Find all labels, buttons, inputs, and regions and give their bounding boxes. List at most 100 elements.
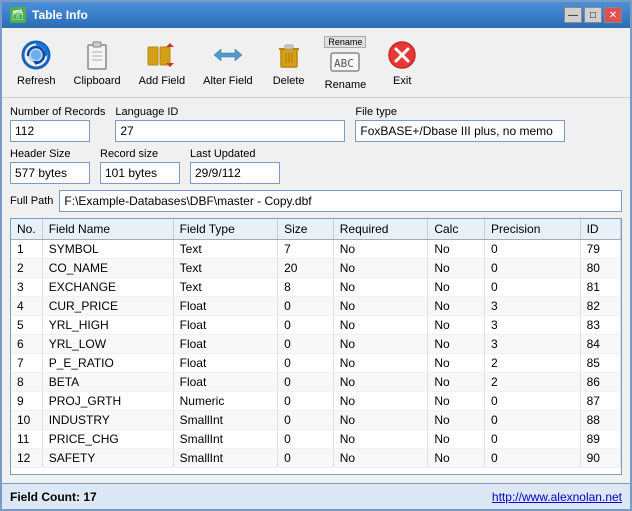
table-cell: No bbox=[428, 354, 485, 373]
table-cell: 0 bbox=[485, 411, 581, 430]
table-cell: PRICE_CHG bbox=[42, 430, 173, 449]
table-cell: No bbox=[333, 411, 428, 430]
table-cell: Float bbox=[173, 316, 277, 335]
table-cell: Float bbox=[173, 354, 277, 373]
table-cell: 3 bbox=[485, 335, 581, 354]
table-cell: No bbox=[333, 354, 428, 373]
title-controls: — □ ✕ bbox=[564, 7, 622, 23]
last-updated-label: Last Updated bbox=[190, 148, 280, 160]
table-row[interactable]: 2CO_NAMEText20NoNo080 bbox=[11, 259, 621, 278]
table-cell: BETA bbox=[42, 373, 173, 392]
table-cell: 6 bbox=[11, 335, 42, 354]
alter-field-button[interactable]: Alter Field bbox=[196, 33, 260, 93]
table-cell: No bbox=[333, 259, 428, 278]
exit-button[interactable]: Exit bbox=[377, 33, 427, 93]
table-cell: YRL_LOW bbox=[42, 335, 173, 354]
rename-button[interactable]: Rename ABC Rename bbox=[318, 33, 374, 93]
table-cell: No bbox=[428, 240, 485, 259]
col-precision: Precision bbox=[485, 219, 581, 240]
table-cell: No bbox=[333, 392, 428, 411]
exit-label: Exit bbox=[393, 75, 411, 87]
table-cell: No bbox=[333, 240, 428, 259]
language-id-input[interactable] bbox=[115, 120, 345, 142]
table-row[interactable]: 12SAFETYSmallInt0NoNo090 bbox=[11, 449, 621, 468]
table-cell: No bbox=[428, 278, 485, 297]
table-row[interactable]: 3EXCHANGEText8NoNo081 bbox=[11, 278, 621, 297]
table-cell: 85 bbox=[580, 354, 620, 373]
table-row[interactable]: 1SYMBOLText7NoNo079 bbox=[11, 240, 621, 259]
maximize-button[interactable]: □ bbox=[584, 7, 602, 23]
table-cell: No bbox=[333, 297, 428, 316]
table-cell: Text bbox=[173, 240, 277, 259]
close-button[interactable]: ✕ bbox=[604, 7, 622, 23]
table-cell: 2 bbox=[485, 373, 581, 392]
full-path-row: Full Path bbox=[10, 190, 622, 212]
info-row-1: Number of Records Language ID File type bbox=[10, 106, 622, 142]
table-cell: 0 bbox=[485, 240, 581, 259]
info-row-2: Header Size Record size Last Updated bbox=[10, 148, 622, 184]
table-row[interactable]: 6YRL_LOWFloat0NoNo384 bbox=[11, 335, 621, 354]
table-cell: 0 bbox=[485, 278, 581, 297]
website-link[interactable]: http://www.alexnolan.net bbox=[492, 490, 622, 504]
table-cell: 0 bbox=[278, 335, 334, 354]
table-row[interactable]: 8BETAFloat0NoNo286 bbox=[11, 373, 621, 392]
table-cell: 88 bbox=[580, 411, 620, 430]
minimize-button[interactable]: — bbox=[564, 7, 582, 23]
record-size-input[interactable] bbox=[100, 162, 180, 184]
toolbar: Refresh Clipboard bbox=[2, 28, 630, 98]
table-cell: INDUSTRY bbox=[42, 411, 173, 430]
table-cell: 8 bbox=[278, 278, 334, 297]
table-row[interactable]: 11PRICE_CHGSmallInt0NoNo089 bbox=[11, 430, 621, 449]
table-cell: No bbox=[333, 430, 428, 449]
field-count: Field Count: 17 bbox=[10, 490, 97, 504]
table-row[interactable]: 4CUR_PRICEFloat0NoNo382 bbox=[11, 297, 621, 316]
refresh-button[interactable]: Refresh bbox=[10, 33, 63, 93]
table-cell: 7 bbox=[11, 354, 42, 373]
header-size-label: Header Size bbox=[10, 148, 90, 160]
table-cell: 11 bbox=[11, 430, 42, 449]
table-row[interactable]: 5YRL_HIGHFloat0NoNo383 bbox=[11, 316, 621, 335]
add-field-icon bbox=[146, 39, 178, 71]
table-row[interactable]: 9PROJ_GRTHNumeric0NoNo087 bbox=[11, 392, 621, 411]
table-cell: Float bbox=[173, 297, 277, 316]
table-cell: No bbox=[333, 373, 428, 392]
table-cell: 9 bbox=[11, 392, 42, 411]
table-cell: No bbox=[428, 335, 485, 354]
table-row[interactable]: 10INDUSTRYSmallInt0NoNo088 bbox=[11, 411, 621, 430]
table-row[interactable]: 7P_E_RATIOFloat0NoNo285 bbox=[11, 354, 621, 373]
full-path-label: Full Path bbox=[10, 195, 53, 207]
add-field-button[interactable]: Add Field bbox=[132, 33, 192, 93]
table-body: 1SYMBOLText7NoNo0792CO_NAMEText20NoNo080… bbox=[11, 240, 621, 468]
header-size-input[interactable] bbox=[10, 162, 90, 184]
fields-table: No. Field Name Field Type Size Required … bbox=[11, 219, 621, 468]
table-cell: No bbox=[428, 373, 485, 392]
field-language-id: Language ID bbox=[115, 106, 345, 142]
language-id-label: Language ID bbox=[115, 106, 345, 118]
table-header-row: No. Field Name Field Type Size Required … bbox=[11, 219, 621, 240]
table-cell: Text bbox=[173, 278, 277, 297]
fields-table-container[interactable]: No. Field Name Field Type Size Required … bbox=[10, 218, 622, 475]
clipboard-button[interactable]: Clipboard bbox=[67, 33, 128, 93]
clipboard-label: Clipboard bbox=[74, 75, 121, 87]
window-title: Table Info bbox=[32, 8, 88, 22]
table-cell: Text bbox=[173, 259, 277, 278]
content-area: Number of Records Language ID File type … bbox=[2, 98, 630, 483]
table-cell: 12 bbox=[11, 449, 42, 468]
window-icon: 🗃 bbox=[10, 7, 26, 23]
col-id: ID bbox=[580, 219, 620, 240]
table-cell: 84 bbox=[580, 335, 620, 354]
table-cell: No bbox=[428, 411, 485, 430]
table-cell: No bbox=[333, 449, 428, 468]
table-cell: No bbox=[428, 316, 485, 335]
rename-icon: ABC bbox=[329, 47, 361, 75]
delete-button[interactable]: Delete bbox=[264, 33, 314, 93]
last-updated-input[interactable] bbox=[190, 162, 280, 184]
alter-field-icon bbox=[212, 39, 244, 71]
table-cell: 8 bbox=[11, 373, 42, 392]
status-bar: Field Count: 17 http://www.alexnolan.net bbox=[2, 483, 630, 509]
number-of-records-input[interactable] bbox=[10, 120, 90, 142]
refresh-icon bbox=[20, 39, 52, 71]
file-type-input[interactable] bbox=[355, 120, 565, 142]
full-path-input[interactable] bbox=[59, 190, 622, 212]
table-cell: 89 bbox=[580, 430, 620, 449]
